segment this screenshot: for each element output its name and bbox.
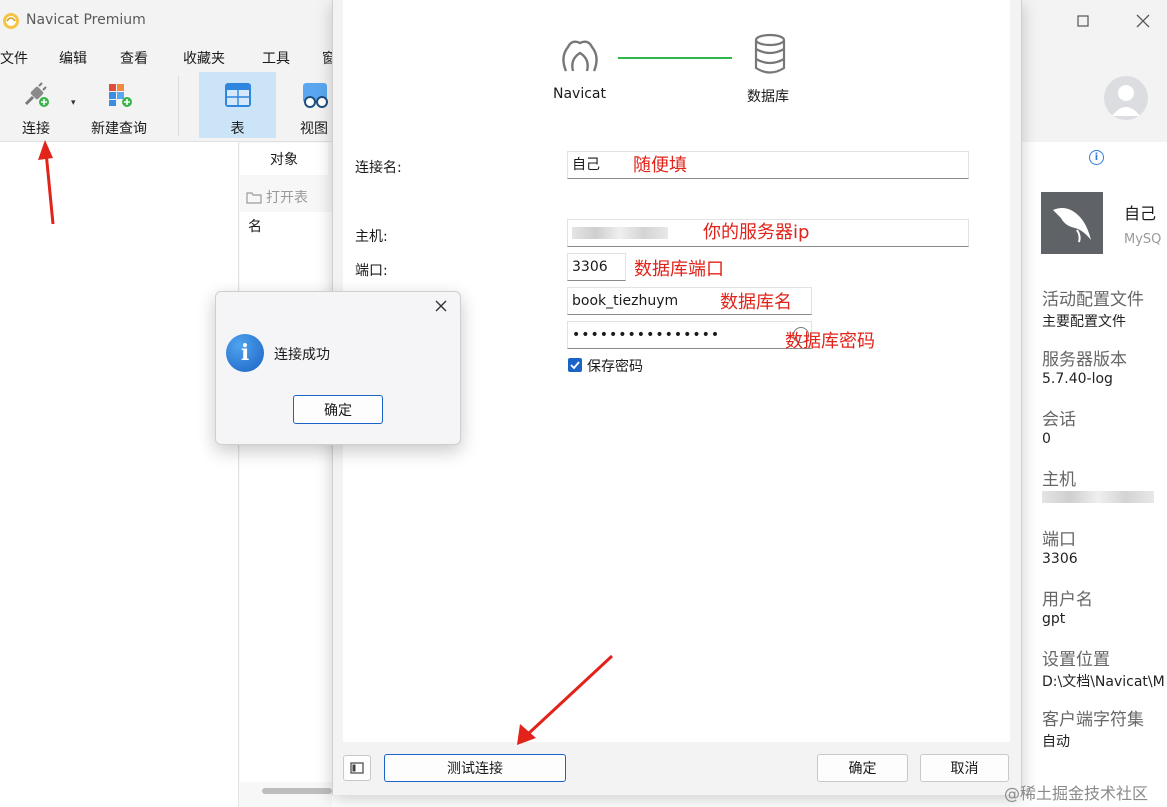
name-column-header[interactable]: 名 xyxy=(248,216,262,236)
panel-toggle-icon xyxy=(350,762,364,774)
wizard-connector xyxy=(618,57,732,59)
connect-button[interactable]: 连接 xyxy=(6,72,66,138)
watermark: @稀土掘金技术社区 xyxy=(1004,784,1149,803)
table-button[interactable]: 表 xyxy=(199,72,276,138)
tab-objects[interactable]: 对象 xyxy=(240,143,328,175)
close-icon xyxy=(1136,14,1150,28)
folder-icon xyxy=(246,192,262,204)
menu-window[interactable]: 窗 xyxy=(322,48,332,68)
menu-bar: 文件 编辑 查看 收藏夹 工具 窗 xyxy=(0,42,332,70)
info-profile-value: 主要配置文件 xyxy=(1042,314,1126,330)
chevron-down-icon[interactable]: ▾ xyxy=(71,98,76,108)
toolbar: 连接 ▾ 新建查询 表 视图 xyxy=(0,70,332,142)
password-input[interactable]: •••••••••••••••• xyxy=(567,321,812,349)
view-icon xyxy=(297,78,331,112)
info-location-value: D:\文档\Navicat\M xyxy=(1042,674,1165,690)
navicat-icon xyxy=(3,13,19,29)
avatar[interactable] xyxy=(1104,76,1148,120)
info-location-label: 设置位置 xyxy=(1042,650,1110,670)
information-icon: i xyxy=(226,334,264,372)
open-table-label: 打开表 xyxy=(266,190,308,206)
menu-file[interactable]: 文件 xyxy=(0,48,28,68)
conn-name-input[interactable]: 自己 xyxy=(567,151,969,179)
mysql-dolphin-icon xyxy=(1041,192,1103,254)
info-connection-name: 自己 xyxy=(1124,204,1157,223)
info-user-value: gpt xyxy=(1042,611,1066,627)
panel-toggle-button[interactable] xyxy=(343,755,371,781)
test-connection-button[interactable]: 测试连接 xyxy=(384,754,566,782)
connect-label: 连接 xyxy=(22,121,50,137)
host-value-redacted xyxy=(572,227,668,239)
annotation-conn-name: 随便填 xyxy=(633,155,687,176)
menu-view[interactable]: 查看 xyxy=(120,48,148,68)
checkmark-icon xyxy=(570,361,580,370)
info-session-value: 0 xyxy=(1042,431,1051,447)
view-button[interactable]: 视图 xyxy=(290,72,338,138)
new-query-button[interactable]: 新建查询 xyxy=(86,72,152,138)
annotation-username: 数据库名 xyxy=(720,292,792,313)
cancel-button[interactable]: 取消 xyxy=(920,754,1009,782)
menu-tools[interactable]: 工具 xyxy=(262,48,290,68)
table-icon xyxy=(221,78,255,112)
connection-tree[interactable] xyxy=(0,142,238,807)
maximize-icon xyxy=(1077,15,1089,27)
close-window-button[interactable] xyxy=(1128,8,1158,34)
wizard-source-label: Navicat xyxy=(553,86,606,102)
navicat-logo-icon xyxy=(558,33,602,75)
table-label: 表 xyxy=(230,121,245,137)
plug-icon xyxy=(19,78,53,112)
view-label: 视图 xyxy=(300,121,328,137)
new-query-label: 新建查询 xyxy=(91,121,147,137)
database-icon xyxy=(752,33,788,75)
user-icon xyxy=(1112,85,1140,116)
message-ok-button[interactable]: 确定 xyxy=(293,395,383,424)
app-title: Navicat Premium xyxy=(26,12,146,28)
info-server-version-label: 服务器版本 xyxy=(1042,350,1127,370)
annotation-port: 数据库端口 xyxy=(634,259,724,280)
ok-button[interactable]: 确定 xyxy=(817,754,908,782)
info-connection-type: MySQ xyxy=(1124,232,1162,247)
new-query-icon xyxy=(102,78,136,112)
maximize-button[interactable] xyxy=(1068,8,1098,34)
message-text: 连接成功 xyxy=(274,347,330,363)
toolbar-divider xyxy=(178,76,179,136)
wizard-target-label: 数据库 xyxy=(747,89,789,105)
info-host-label: 主机 xyxy=(1042,470,1076,490)
info-charset-label: 客户端字符集 xyxy=(1042,710,1144,730)
info-host-value-redacted xyxy=(1042,491,1154,503)
close-icon xyxy=(435,300,447,312)
info-port-label: 端口 xyxy=(1042,530,1076,550)
info-charset-value: 自动 xyxy=(1042,734,1070,750)
annotation-host: 你的服务器ip xyxy=(703,222,810,243)
info-user-label: 用户名 xyxy=(1042,590,1093,610)
message-close-button[interactable] xyxy=(431,296,451,316)
save-password-label: 保存密码 xyxy=(587,359,643,375)
conn-name-label: 连接名: xyxy=(355,160,402,176)
info-profile-label: 活动配置文件 xyxy=(1042,290,1144,310)
info-session-label: 会话 xyxy=(1042,410,1076,430)
info-port-value: 3306 xyxy=(1042,551,1078,567)
save-password-checkbox[interactable] xyxy=(568,358,582,372)
port-label: 端口: xyxy=(355,263,388,279)
info-icon[interactable]: i xyxy=(1089,150,1104,165)
port-input[interactable]: 3306 xyxy=(567,253,626,281)
host-label: 主机: xyxy=(355,229,388,245)
annotation-password: 数据库密码 xyxy=(785,331,875,352)
open-table-button[interactable]: 打开表 xyxy=(246,187,308,207)
menu-edit[interactable]: 编辑 xyxy=(59,48,87,68)
menu-favorites[interactable]: 收藏夹 xyxy=(183,48,225,68)
horizontal-scrollbar[interactable] xyxy=(262,788,332,794)
info-server-version-value: 5.7.40-log xyxy=(1042,371,1113,387)
